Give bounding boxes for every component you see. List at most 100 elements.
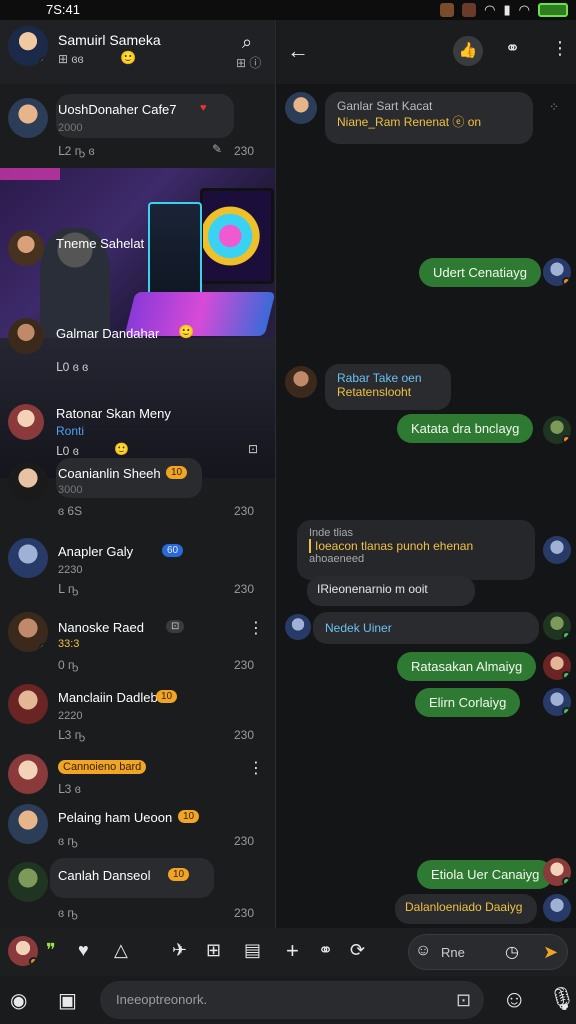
- chat-name: Coanianlin Sheeh: [58, 466, 161, 481]
- message-text-2: Ioeacon tlanas punoh ehenan: [309, 539, 523, 553]
- message-text: Katata dra bnclayg: [411, 421, 520, 436]
- chat-count-badge: 10: [178, 810, 200, 823]
- monitor-graphic: [200, 188, 274, 284]
- chat-name: Canlah Danseol: [58, 868, 151, 883]
- microphone-icon[interactable]: 🎙: [548, 986, 576, 1012]
- status-bar: 7S:41 ◠ ▮ ◠: [0, 0, 576, 20]
- quote-icon[interactable]: ❞: [46, 940, 56, 961]
- profile-avatar[interactable]: [8, 26, 48, 66]
- chat-item[interactable]: Canlah Danseol 10 ɞ ҧ 230: [0, 856, 275, 928]
- neon-light: [0, 168, 60, 180]
- calendar-icon[interactable]: ▤: [244, 940, 261, 961]
- my-avatar[interactable]: [8, 936, 38, 966]
- message-input-placeholder: Ineeoptreonork.: [116, 992, 208, 1007]
- triangle-icon[interactable]: △: [114, 940, 128, 961]
- chat-item[interactable]: Coanianlin Sheeh 10 3000 ɞ 6S 230: [0, 456, 275, 528]
- chat-sub: ᒪ3 ɞ: [58, 782, 81, 796]
- profile-name: Samuirl Sameka: [58, 32, 161, 48]
- chat-name: Anapler Galy: [58, 544, 134, 559]
- chat-item[interactable]: Anapler Galy 60 2230 ᒪ ҧ 230: [0, 532, 275, 604]
- message-text: Elirn Corlaiyg: [429, 695, 507, 710]
- chat-meta-right: 230: [234, 728, 255, 742]
- chat-meta-left: ᒪ2 ҧ ɞ: [58, 144, 95, 158]
- chat-avatar: [8, 862, 48, 902]
- chat-meta-right: 230: [234, 658, 255, 672]
- message-bubble-in: Nedek Uiner: [313, 612, 539, 644]
- clock-icon[interactable]: ◷: [505, 942, 519, 962]
- message-input[interactable]: Ineeoptreonork.: [100, 981, 484, 1019]
- chat-icon-comment: ✎: [212, 142, 223, 156]
- chat-sub: 2220: [58, 710, 83, 722]
- thumbs-up-button[interactable]: 👍: [453, 36, 483, 66]
- message-avatar: [543, 416, 571, 444]
- grid-icon[interactable]: ⊞: [206, 940, 221, 961]
- chat-name: Galmar Dandahar: [56, 326, 160, 341]
- plus-icon[interactable]: +: [286, 938, 299, 964]
- share-icon[interactable]: ⚭: [505, 38, 520, 59]
- gallery-icon[interactable]: ▣: [58, 988, 77, 1013]
- heart-icon[interactable]: ♥: [78, 940, 89, 961]
- back-arrow-icon[interactable]: ←: [287, 38, 309, 64]
- profile-emoji-icon: 🙂: [120, 50, 137, 65]
- chat-name: Manclaiin Dadleb: [58, 690, 158, 705]
- emoji-icon[interactable]: ☺: [415, 942, 431, 960]
- chat-meta-left: ᒪ ҧ: [58, 582, 79, 596]
- message-avatar: [543, 612, 571, 640]
- chat-item[interactable]: Cannoieno bard ⋮ ᒪ3 ɞ: [0, 752, 275, 812]
- chat-item[interactable]: Nanoske Raed ⊡ ⋮ 33:3 0 ҧ 230: [0, 608, 275, 680]
- chat-count-badge: 10: [168, 868, 190, 881]
- message-options-icon[interactable]: ⁘: [549, 100, 559, 114]
- message-avatar: [543, 652, 571, 680]
- bird-icon[interactable]: ✈: [172, 940, 187, 961]
- chat-item[interactable]: UoshDonaher Cafe7 2000 ♥ ᒪ2 ҧ ɞ ✎ 230: [0, 86, 275, 164]
- battery-icon: [538, 3, 568, 17]
- message-avatar: [285, 614, 311, 640]
- featured-image-card[interactable]: Tneme Sahelat Galmar Dandahar 🙂 ᒪ0 ɞ ɞ R…: [0, 168, 275, 478]
- profile-sub: ⊞ ɞɞ: [58, 52, 84, 66]
- chat-name: Nanoske Raed: [58, 620, 144, 635]
- conversation-panel: ← 👍 ⚭ ⋮ Ganlar Sart Kacat Niane_Ram Rene…: [277, 20, 576, 928]
- repeat-icon[interactable]: ⟳: [350, 940, 365, 961]
- chat-avatar: [8, 462, 48, 502]
- chat-tag-badge: ⊡: [166, 620, 185, 633]
- message-text: Rabar Take oen: [337, 371, 422, 385]
- message-text: Ganlar Sart Kacat: [337, 99, 433, 113]
- chat-sub: 3000: [58, 484, 83, 496]
- expand-icon[interactable]: ⊡: [248, 442, 258, 456]
- message-bubble-out: Elirn Corlaiyg: [415, 688, 521, 717]
- link-icon[interactable]: ⚭: [318, 940, 333, 961]
- attach-image-icon[interactable]: ⊡: [456, 990, 471, 1011]
- mini-composer[interactable]: ☺ Rne ◷ ➤: [408, 934, 568, 970]
- chat-item[interactable]: Manclaiin Dadleb 10 2220 ᒪ3 ҧ 230: [0, 680, 275, 752]
- camera-icon[interactable]: ◉: [10, 988, 27, 1013]
- chat-item[interactable]: Pelaing ham Ueoon 10 ɞ ҧ 230: [0, 804, 275, 864]
- wifi-icon: ◠: [484, 2, 496, 17]
- chat-count-badge: 10: [166, 466, 188, 479]
- message-bubble-out: Katata dra bnclayg: [397, 414, 534, 443]
- chat-avatar: [8, 804, 48, 844]
- chat-count-badge: 10: [156, 690, 178, 703]
- chat-avatar: [8, 612, 48, 652]
- message-bubble-out: Udert Cenatiayg: [419, 258, 541, 287]
- message-text: Udert Cenatiayg: [433, 265, 527, 280]
- message-text: Nedek Uiner: [325, 621, 392, 635]
- send-icon[interactable]: ➤: [543, 942, 558, 963]
- more-options-icon[interactable]: ⋮: [248, 758, 264, 778]
- mic-icon[interactable]: ⊞ ⓘ: [236, 54, 261, 71]
- search-icon[interactable]: ⌕: [242, 32, 252, 53]
- message-bubble-in: Rabar Take oen Retatenslooht: [325, 364, 451, 410]
- chat-badge-emoji: 🙂: [178, 324, 195, 339]
- message-text: IRieonenarnio m ooit: [317, 582, 428, 596]
- chat-meta-right: 230: [234, 906, 255, 920]
- more-options-icon[interactable]: ⋮: [248, 618, 264, 638]
- chat-avatar: [8, 684, 48, 724]
- emoji-button-icon[interactable]: ☺: [502, 986, 527, 1014]
- conversation-header: ← 👍 ⚭ ⋮: [277, 20, 576, 84]
- message-avatar: [543, 536, 571, 564]
- chat-name: Tneme Sahelat: [56, 236, 145, 251]
- message-avatar: [285, 92, 317, 124]
- chat-meta-left: 0 ҧ: [58, 658, 79, 672]
- message-text: Etiola Uer Canaiyg: [431, 867, 540, 882]
- status-time: 7S:41: [46, 2, 80, 17]
- more-options-icon[interactable]: ⋮: [551, 38, 569, 59]
